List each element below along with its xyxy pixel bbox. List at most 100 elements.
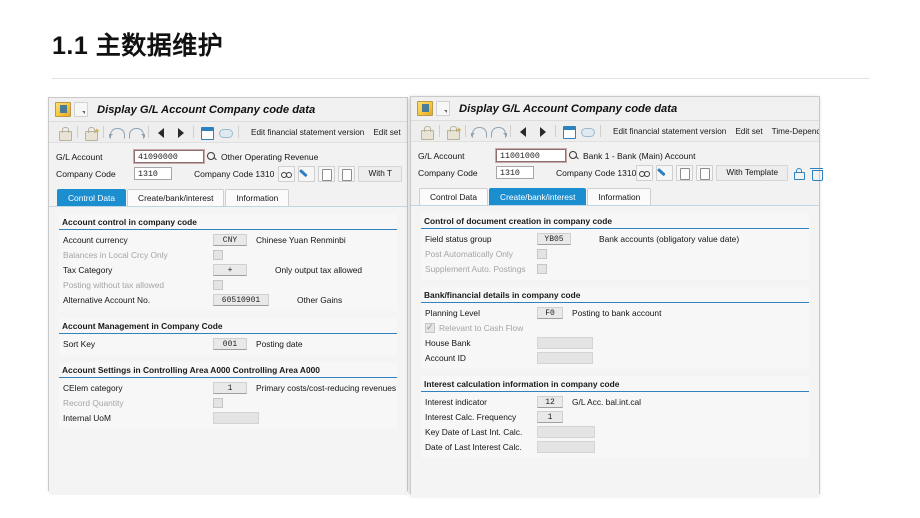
field-label: Post Automatically Only <box>425 248 513 259</box>
new-document-icon[interactable] <box>676 164 694 181</box>
company-code-label: Company Code <box>418 167 478 178</box>
field-value[interactable] <box>537 336 593 349</box>
lock-icon[interactable] <box>57 125 72 141</box>
field-value[interactable]: F0 <box>537 306 563 319</box>
lock-star-icon[interactable] <box>83 125 100 141</box>
toolbar-separator <box>600 125 601 137</box>
field-row-relevant-to-cash-flow: Relevant to Cash Flow <box>421 320 809 335</box>
group-title: Interest calculation information in comp… <box>421 376 809 392</box>
group-title: Control of document creation in company … <box>421 213 809 229</box>
right-toolbar: Edit financial statement version Edit se… <box>411 121 819 142</box>
field-value[interactable]: CNY <box>213 233 247 246</box>
tab-create-bank-interest[interactable]: Create/bank/interest <box>127 189 225 206</box>
calendar-icon[interactable] <box>199 125 214 140</box>
redo-icon[interactable] <box>128 125 145 140</box>
delete-trash-icon[interactable] <box>809 166 824 181</box>
group-control-document-creation: Control of document creation in company … <box>421 213 809 280</box>
field-row-supplement-auto-postings: Supplement Auto. Postings <box>421 261 809 276</box>
gl-account-input[interactable]: 11001000 <box>495 148 567 163</box>
gl-account-description: Bank 1 - Bank (Main) Account <box>583 150 696 161</box>
search-icon[interactable] <box>568 150 580 162</box>
field-row-sort-key: Sort Key 001 Posting date <box>59 336 397 351</box>
cloud-icon[interactable] <box>218 125 233 140</box>
toolbar-separator <box>77 126 78 138</box>
company-code-input[interactable]: 1310 <box>134 167 172 180</box>
field-value[interactable]: + <box>213 263 247 276</box>
with-template-button[interactable]: With Template <box>716 164 789 181</box>
with-template-button[interactable]: With T <box>358 165 402 182</box>
field-value[interactable] <box>213 411 259 424</box>
search-icon[interactable] <box>206 151 218 163</box>
field-label: Balances in Local Crcy Only <box>63 249 168 260</box>
copy-document-icon[interactable] <box>696 164 714 181</box>
new-document-icon[interactable] <box>318 165 336 182</box>
calendar-icon[interactable] <box>561 124 576 139</box>
field-value[interactable]: 001 <box>213 337 247 350</box>
previous-icon[interactable] <box>154 125 169 140</box>
tab-information[interactable]: Information <box>225 189 290 206</box>
field-value[interactable]: YB05 <box>537 232 571 245</box>
block-lock-icon[interactable] <box>791 166 806 180</box>
tab-control-data[interactable]: Control Data <box>57 189 127 206</box>
field-row-record-quantity: Record Quantity <box>59 395 397 410</box>
field-value[interactable]: 1 <box>213 381 247 394</box>
group-account-control: Account control in company code Account … <box>59 214 397 311</box>
cloud-icon[interactable] <box>580 124 595 139</box>
gl-account-input[interactable]: 41090000 <box>133 149 205 164</box>
edit-set-button[interactable]: Edit set <box>373 128 400 137</box>
field-row-tax-category: Tax Category + Only output tax allowed <box>59 262 397 277</box>
field-value[interactable] <box>537 351 593 364</box>
field-row-interest-calc-frequency: Interest Calc. Frequency 1 <box>421 409 809 424</box>
field-label: Key Date of Last Int. Calc. <box>425 426 523 437</box>
chevron-down-icon[interactable] <box>436 101 450 116</box>
copy-document-icon[interactable] <box>338 165 356 182</box>
field-label: Internal UoM <box>63 412 111 423</box>
field-label: Planning Level <box>425 307 480 318</box>
company-code-row: Company Code 1310 Company Code 1310 With… <box>411 164 824 181</box>
edit-set-button[interactable]: Edit set <box>735 127 762 136</box>
toolbar-separator <box>555 125 556 137</box>
edit-financial-statement-version-button[interactable]: Edit financial statement version <box>251 128 364 137</box>
field-row-balances-local-crcy: Balances in Local Crcy Only <box>59 247 397 262</box>
tab-control-data[interactable]: Control Data <box>419 188 489 205</box>
sap-logo-icon <box>55 102 71 117</box>
tab-create-bank-interest[interactable]: Create/bank/interest <box>489 188 587 205</box>
chevron-down-icon[interactable] <box>74 102 88 117</box>
field-value[interactable]: 12 <box>537 395 563 408</box>
field-label: Record Quantity <box>63 397 124 408</box>
lock-star-icon[interactable] <box>445 124 462 140</box>
next-icon[interactable] <box>173 125 188 140</box>
field-value[interactable]: 60510901 <box>213 293 269 306</box>
field-label: Alternative Account No. <box>63 294 151 305</box>
redo-icon[interactable] <box>490 124 507 139</box>
tab-information[interactable]: Information <box>587 188 652 205</box>
display-glasses-icon[interactable] <box>278 165 296 182</box>
field-value[interactable] <box>537 440 595 453</box>
field-description: Primary costs/cost-reducing revenues <box>256 382 397 393</box>
edit-pencil-icon[interactable] <box>656 164 674 181</box>
right-form-body: Control of document creation in company … <box>411 206 819 498</box>
field-row-account-id: Account ID <box>421 350 809 365</box>
previous-icon[interactable] <box>516 124 531 139</box>
next-icon[interactable] <box>535 124 550 139</box>
field-value[interactable] <box>537 425 595 438</box>
group-account-management: Account Management in Company Code Sort … <box>59 318 397 355</box>
field-row-post-automatically-only: Post Automatically Only <box>421 246 809 261</box>
display-glasses-icon[interactable] <box>636 164 654 181</box>
company-code-input[interactable]: 1310 <box>496 166 534 179</box>
field-label: Account currency <box>63 234 128 245</box>
field-value[interactable]: 1 <box>537 410 563 423</box>
left-sap-window: Display G/L Account Company code data Ed… <box>48 97 408 495</box>
time-dependent-attributes-button[interactable]: Time-Dependent Attributes <box>772 127 819 136</box>
field-row-field-status-group: Field status group YB05 Bank accounts (o… <box>421 231 809 246</box>
edit-pencil-icon[interactable] <box>298 165 316 182</box>
toolbar-separator <box>193 126 194 138</box>
field-label: Sort Key <box>63 338 96 349</box>
edit-financial-statement-version-button[interactable]: Edit financial statement version <box>613 127 726 136</box>
right-key-field-area: G/L Account 11001000 Bank 1 - Bank (Main… <box>411 142 824 187</box>
field-row-house-bank: House Bank <box>421 335 809 350</box>
undo-icon[interactable] <box>109 125 125 140</box>
lock-icon[interactable] <box>419 124 434 140</box>
undo-icon[interactable] <box>471 124 487 139</box>
field-row-posting-without-tax: Posting without tax allowed <box>59 277 397 292</box>
